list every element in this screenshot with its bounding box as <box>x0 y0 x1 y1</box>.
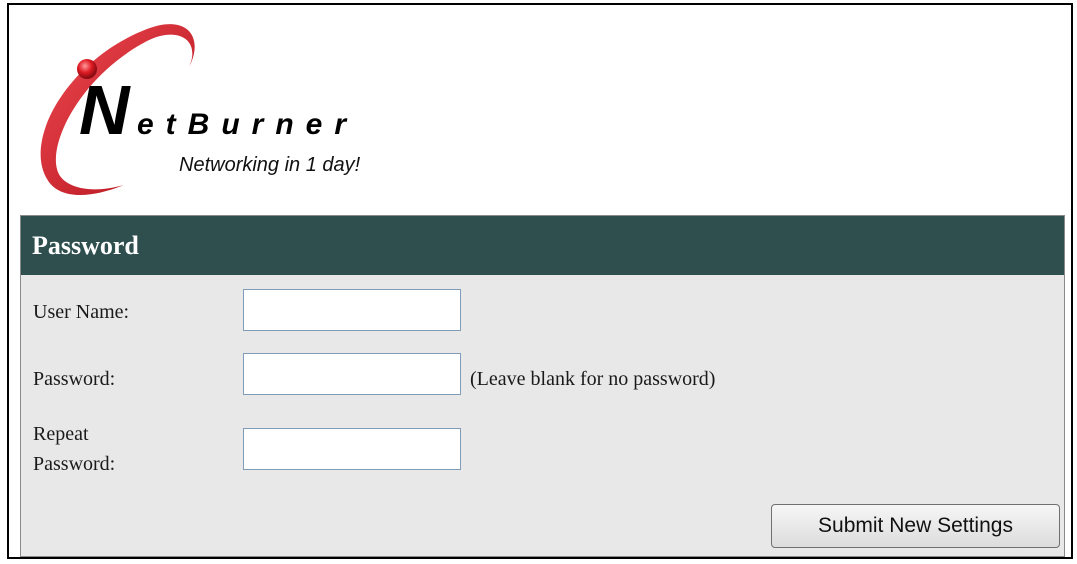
logo-brand-initial: N <box>79 71 131 149</box>
password-panel: Password User Name: Password: (Leave bla… <box>20 215 1065 557</box>
repeat-password-input[interactable] <box>243 428 461 470</box>
netburner-logo: N etBurner Networking in 1 day! <box>40 24 361 196</box>
page-frame: N etBurner Networking in 1 day! Password… <box>7 3 1073 559</box>
submit-settings-button[interactable]: Submit New Settings <box>771 504 1060 548</box>
password-input[interactable] <box>243 353 461 395</box>
username-label: User Name: <box>33 301 130 323</box>
logo-tagline: Networking in 1 day! <box>179 154 361 176</box>
password-hint: (Leave blank for no password) <box>470 368 716 390</box>
repeat-password-label-line2: Password: <box>33 453 116 475</box>
password-label: Password: <box>33 368 116 390</box>
panel-title: Password <box>21 216 1064 275</box>
repeat-password-label: Repeat Password: <box>33 420 115 478</box>
logo-brand-name: etBurner <box>137 108 358 141</box>
username-input[interactable] <box>243 289 461 331</box>
repeat-password-label-line1: Repeat <box>33 423 89 445</box>
